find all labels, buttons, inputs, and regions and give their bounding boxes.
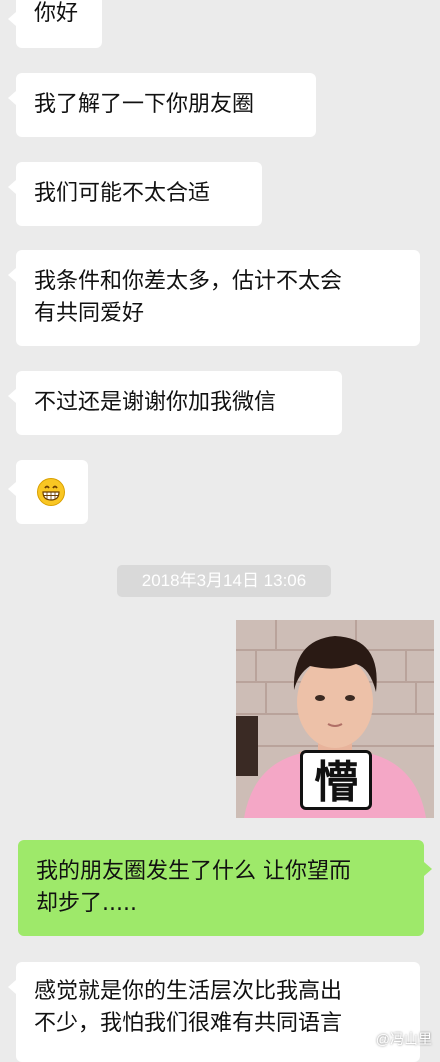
message-bubble[interactable]: 我的朋友圈发生了什么 让你望而 却步了..... bbox=[18, 840, 432, 936]
message-text: 我了解了一下你朋友圈 bbox=[34, 92, 255, 117]
sticker-image[interactable]: 懵 bbox=[236, 620, 434, 818]
message-bubble[interactable]: 感觉就是你的生活层次比我高出 不少，我怕我们很难有共同语言 bbox=[8, 962, 420, 1062]
message-text: 你好 bbox=[34, 1, 79, 26]
message-bubble[interactable]: 我了解了一下你朋友圈 bbox=[8, 73, 316, 137]
message-bubble[interactable]: 你好 bbox=[8, 0, 102, 48]
message-bubble[interactable]: 我条件和你差太多，估计不太会 有共同爱好 bbox=[8, 250, 420, 346]
watermark: @冯山里 bbox=[375, 1031, 432, 1047]
message-text: 我的朋友圈发生了什么 让你望而 却步了..... bbox=[36, 859, 351, 916]
grinning-face-icon bbox=[37, 478, 65, 506]
message-text: 不过还是谢谢你加我微信 bbox=[34, 390, 277, 415]
emoji-message-bubble[interactable] bbox=[8, 460, 88, 524]
message-text: 我条件和你差太多，估计不太会 有共同爱好 bbox=[34, 269, 343, 326]
message-text: 我们可能不太合适 bbox=[34, 181, 211, 206]
message-text: 感觉就是你的生活层次比我高出 不少，我怕我们很难有共同语言 bbox=[34, 979, 343, 1036]
sticker-caption: 懵 bbox=[300, 750, 372, 810]
message-bubble[interactable]: 不过还是谢谢你加我微信 bbox=[8, 371, 342, 435]
message-bubble[interactable]: 我们可能不太合适 bbox=[8, 162, 262, 226]
timestamp: 2018年3月14日 13:06 bbox=[117, 565, 331, 597]
chat-thread[interactable]: 你好 我了解了一下你朋友圈 我们可能不太合适 我条件和你差太多，估计不太会 有共… bbox=[0, 0, 440, 1062]
